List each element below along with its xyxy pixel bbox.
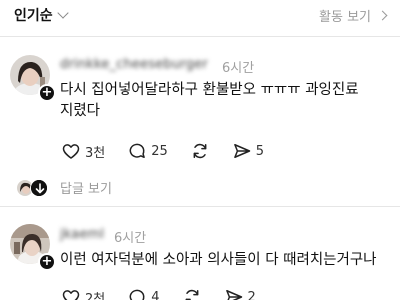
chevron-right-icon	[377, 10, 388, 21]
username[interactable]: jkaeml	[60, 227, 104, 242]
reply-avatars	[16, 178, 52, 197]
share-count: 5	[255, 143, 265, 159]
like-button[interactable]: 2천	[61, 287, 105, 300]
avatar	[30, 178, 48, 197]
like-count: 2천	[85, 291, 106, 300]
like-count: 3천	[85, 145, 106, 161]
follow-plus-icon[interactable]: +	[38, 253, 56, 271]
send-icon	[233, 144, 251, 158]
comment-text-line: 지렸다	[60, 103, 101, 119]
view-activity-button[interactable]: 활동 보기	[319, 6, 388, 25]
sort-dropdown[interactable]: 인기순	[14, 5, 69, 25]
share-count: 2	[247, 289, 256, 300]
heart-icon	[62, 144, 80, 159]
timestamp: 6시간	[222, 61, 255, 76]
comment-text: 다시 집어넣어달라하구 환불받오 ㅠㅠㅠ 과잉진료 지렸다	[60, 80, 390, 122]
repost-button[interactable]	[182, 287, 202, 300]
action-bar: 3천 25 5	[61, 141, 286, 161]
view-replies-label: 답글 보기	[60, 182, 112, 197]
follow-plus-icon[interactable]: +	[38, 84, 56, 102]
sort-label: 인기순	[14, 8, 53, 24]
reply-button[interactable]: 25	[127, 141, 168, 161]
like-button[interactable]: 3천	[61, 141, 105, 161]
comment-text: 이런 여자덕분에 소아과 의사들이 다 때려치는거구나	[60, 250, 390, 271]
heart-icon	[62, 290, 80, 300]
reply-button[interactable]: 4	[127, 287, 160, 300]
action-bar: 2천 4 2	[61, 287, 278, 300]
send-icon	[225, 290, 242, 300]
repost-icon	[193, 143, 207, 159]
speech-bubble-icon	[129, 289, 145, 300]
repost-icon	[185, 289, 198, 300]
share-button[interactable]: 5	[232, 141, 264, 161]
share-button[interactable]: 2	[224, 287, 256, 300]
divider	[0, 36, 400, 37]
comment-text-line: 이런 여자덕분에 소아과 의사들이 다 때려치는거구나	[60, 252, 377, 268]
chevron-down-icon	[56, 7, 69, 19]
speech-bubble-icon	[129, 143, 146, 158]
reply-count: 4	[151, 289, 160, 300]
comment-text-line: 다시 집어넣어달라하구 환불받오 ㅠㅠㅠ 과잉진료	[60, 82, 359, 98]
repost-button[interactable]	[190, 141, 210, 161]
activity-label: 활동 보기	[319, 10, 371, 25]
top-bar: 인기순 활동 보기	[0, 0, 400, 36]
reply-count: 25	[151, 143, 168, 159]
view-replies-row[interactable]: 답글 보기	[16, 178, 112, 197]
username[interactable]: drinkke_cheeseburger	[60, 57, 208, 72]
divider	[0, 206, 400, 207]
timestamp: 6시간	[114, 231, 147, 246]
